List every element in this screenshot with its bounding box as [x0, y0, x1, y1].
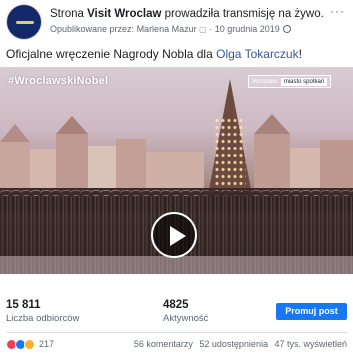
engagement-value: 4825 [163, 299, 189, 311]
post-text: Oficjalne wręczenie Nagrody Nobla dla Ol… [6, 46, 302, 62]
post-header-text: Strona Visit Wroclaw prowadziła transmis… [50, 7, 324, 36]
mention-link[interactable]: Olga Tokarczuk [216, 47, 298, 61]
more-icon[interactable]: ··· [330, 4, 345, 18]
reactions-count: 217 [39, 339, 55, 349]
published-by-label: Opublikowane przez: [50, 24, 135, 34]
divider [6, 332, 347, 333]
tree-lights [214, 117, 246, 197]
post-header: Strona Visit Wroclaw prowadziła transmis… [6, 4, 347, 40]
promote-post-button[interactable]: Promuj post [276, 303, 347, 320]
logo-left-text: Wrocław [252, 78, 277, 85]
reach-stat: 15 811 Liczba odbiorców [6, 299, 79, 325]
post-date[interactable]: 10 grudnia 2019 [215, 24, 280, 34]
logo-right-text: miasto spotkań [280, 77, 328, 86]
post-author-line: Strona Visit Wroclaw prowadziła transmis… [50, 7, 324, 22]
play-icon[interactable] [151, 212, 197, 258]
video-player[interactable]: #WroclawskiNobel Wrocław miasto spotkań [0, 67, 353, 274]
wow-reaction-icon [24, 338, 35, 350]
author-name[interactable]: Marlena Mazur [137, 24, 197, 34]
reactions-summary[interactable]: 217 [6, 338, 54, 350]
reach-label: Liczba odbiorców [6, 313, 80, 324]
engagement-stat: 4825 Aktywność [163, 299, 208, 325]
separator-dot: · [209, 24, 213, 34]
engagement-label: Aktywność [163, 313, 209, 324]
comments-link[interactable]: 56 komentarzy [134, 339, 193, 349]
post-text-before: Oficjalne wręczenie Nagrody Nobla dla [6, 47, 213, 61]
settings-icon: ▢ [199, 25, 207, 34]
video-hashtag: #WroclawskiNobel [8, 75, 109, 87]
post-meta-line: Opublikowane przez: Marlena Mazur ▢ · 10… [50, 23, 320, 36]
post-text-after: ! [298, 47, 302, 61]
views-count: 47 tys. wyświetleń [274, 339, 347, 349]
post-insights: 15 811 Liczba odbiorców 4825 Aktywność P… [0, 274, 353, 332]
page-name-link[interactable]: Visit Wroclaw [87, 8, 161, 20]
shares-link[interactable]: 52 udostępnienia [199, 339, 268, 349]
globe-icon [283, 25, 292, 33]
post-action: prowadziła transmisję na żywo. [164, 8, 324, 20]
ground [0, 256, 353, 274]
engagement-meta: 56 komentarzy 52 udostępnienia 47 tys. w… [130, 338, 347, 350]
page-avatar[interactable] [6, 4, 42, 40]
wroclaw-logo: Wrocław miasto spotkań [248, 75, 332, 88]
author-prefix: Strona [50, 8, 84, 20]
reach-value: 15 811 [6, 299, 41, 311]
